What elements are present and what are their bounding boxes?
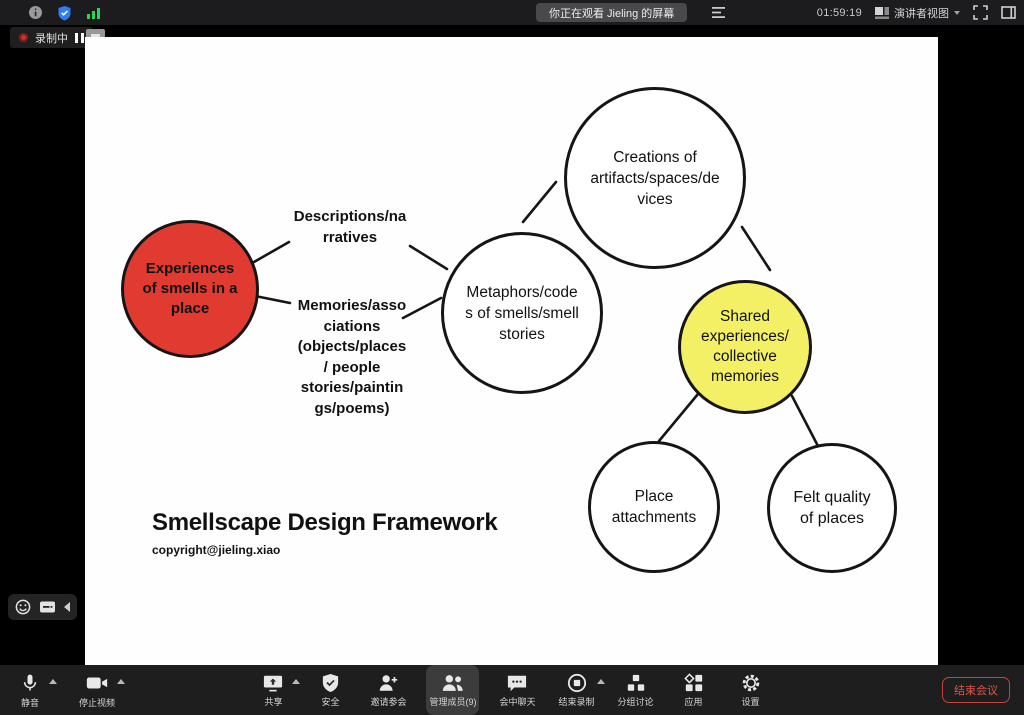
stop-recording-icon: [567, 673, 587, 693]
stop-recording-toolbar-button[interactable]: 结束录制: [556, 665, 598, 715]
watching-screen-text: 你正在观看 Jieling 的屏幕: [549, 5, 674, 21]
side-panel-icon[interactable]: [1001, 6, 1016, 19]
shield-icon[interactable]: [57, 5, 72, 21]
diagram-copyright: copyright@jieling.xiao: [152, 543, 280, 557]
diagram-node-place-attachments: Place attachments: [588, 441, 720, 573]
speaker-view-icon: [875, 7, 889, 19]
captions-icon[interactable]: [39, 600, 56, 614]
reactions-pill: [8, 594, 77, 620]
pause-recording-button[interactable]: [75, 33, 84, 43]
fullscreen-icon[interactable]: [973, 5, 988, 20]
end-meeting-button[interactable]: 结束会议: [942, 677, 1010, 703]
edge-label-descriptions: Descriptions/na rratives: [272, 206, 428, 248]
apps-label: 应用: [685, 695, 703, 708]
participants-label: 管理成员(9): [429, 695, 476, 708]
view-mode-caret-icon: [954, 11, 960, 15]
diagram-node-creations: Creations of artifacts/spaces/de vices: [564, 87, 746, 269]
banner-options-icon[interactable]: [712, 6, 726, 19]
security-shield-icon: [321, 673, 340, 693]
chat-bubble-icon: [506, 673, 528, 693]
settings-button[interactable]: 设置: [731, 665, 771, 715]
breakout-rooms-icon: [626, 673, 646, 693]
diagram-node-experiences: Experiences of smells in a place: [121, 220, 259, 358]
recording-indicator: 录制中: [10, 27, 93, 48]
settings-label: 设置: [742, 695, 760, 708]
recording-dot-icon: [19, 33, 28, 42]
reactions-smiley-icon[interactable]: [15, 599, 31, 615]
meeting-timer: 01:59:19: [817, 7, 862, 19]
recording-label: 录制中: [35, 30, 68, 46]
chat-label: 会中聊天: [499, 695, 535, 708]
invite-person-icon: [377, 673, 399, 693]
zoom-meeting-window: 你正在观看 Jieling 的屏幕 01:59:19 演讲者视图: [0, 0, 1024, 715]
participants-icon: [441, 673, 465, 693]
settings-gear-icon: [741, 673, 761, 693]
signal-strength-icon[interactable]: [86, 6, 102, 20]
share-label: 共享: [264, 695, 282, 708]
view-mode-button[interactable]: 演讲者视图: [875, 5, 960, 21]
share-options-caret-icon[interactable]: [292, 679, 300, 684]
share-screen-icon: [262, 673, 284, 693]
apps-button[interactable]: 应用: [674, 665, 714, 715]
toolbar-center-group: 共享 安全 邀请参会: [0, 665, 1024, 715]
apps-grid-icon: [684, 673, 704, 693]
stop-recording-label: 结束录制: [559, 695, 595, 708]
info-icon[interactable]: [28, 5, 43, 20]
meeting-toolbar: 静音 停止视频 共享: [0, 665, 1024, 715]
diagram-title: Smellscape Design Framework: [152, 509, 497, 537]
collapse-reactions-icon[interactable]: [64, 602, 70, 612]
menu-bar-left: [28, 0, 102, 25]
chat-button[interactable]: 会中聊天: [496, 665, 538, 715]
breakout-rooms-button[interactable]: 分组讨论: [615, 665, 657, 715]
menu-bar-right: 01:59:19 演讲者视图: [817, 0, 1016, 25]
manage-participants-button[interactable]: 管理成员(9): [426, 665, 479, 715]
menu-bar: 你正在观看 Jieling 的屏幕 01:59:19 演讲者视图: [0, 0, 1024, 25]
edge-label-memories: Memories/asso ciations (objects/places /…: [272, 296, 432, 419]
diagram-node-shared-memories: Shared experiences/ collective memories: [678, 280, 812, 414]
security-label: 安全: [321, 695, 339, 708]
view-mode-label: 演讲者视图: [894, 5, 949, 21]
invite-label: 邀请参会: [370, 695, 406, 708]
security-button[interactable]: 安全: [310, 665, 350, 715]
diagram-node-metaphors: Metaphors/code s of smells/smell stories: [441, 232, 603, 394]
watching-screen-banner: 你正在观看 Jieling 的屏幕: [536, 3, 687, 22]
diagram-node-felt-quality: Felt quality of places: [767, 443, 897, 573]
share-screen-button[interactable]: 共享: [253, 665, 293, 715]
breakout-label: 分组讨论: [618, 695, 654, 708]
recording-options-caret-icon[interactable]: [597, 679, 605, 684]
invite-button[interactable]: 邀请参会: [367, 665, 409, 715]
